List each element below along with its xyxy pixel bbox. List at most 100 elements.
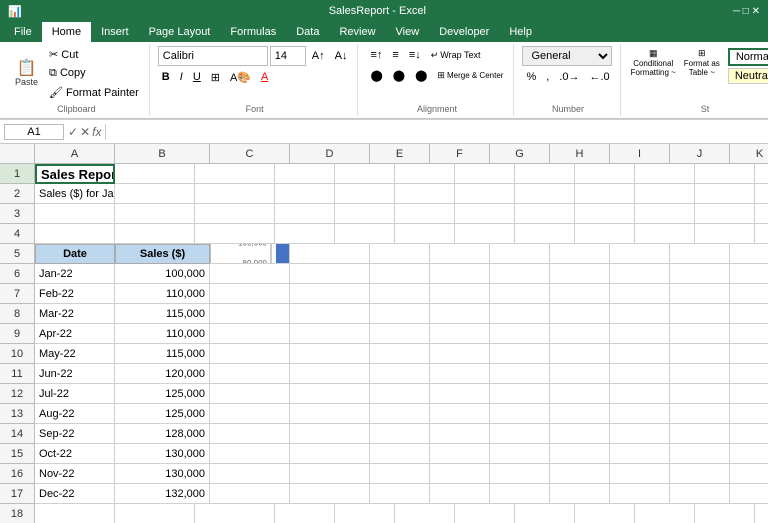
cell-B7[interactable]: 110,000 (115, 284, 210, 304)
cell-F14[interactable] (430, 424, 490, 444)
cell-D16[interactable] (290, 464, 370, 484)
cell-I6[interactable] (610, 264, 670, 284)
cell-J1[interactable] (575, 164, 635, 184)
cell-F2[interactable] (335, 184, 395, 204)
align-top-right[interactable]: ≡↓ (405, 46, 425, 64)
cell-G17[interactable] (490, 484, 550, 504)
wrap-text-button[interactable]: ↵ Wrap Text (427, 46, 485, 64)
cell-G14[interactable] (490, 424, 550, 444)
row-header-11[interactable]: 11 (0, 364, 35, 384)
cell-M18[interactable] (755, 504, 768, 523)
row-header-1[interactable]: 1 (0, 164, 35, 184)
align-left-button[interactable]: ⬤ (366, 66, 386, 84)
col-header-E[interactable]: E (370, 144, 430, 164)
cell-G11[interactable] (490, 364, 550, 384)
cell-B14[interactable]: 128,000 (115, 424, 210, 444)
col-header-B[interactable]: B (115, 144, 210, 164)
cell-H1[interactable] (455, 164, 515, 184)
cell-B5[interactable]: Sales ($) (115, 244, 210, 264)
cell-K18[interactable] (635, 504, 695, 523)
row-header-2[interactable]: 2 (0, 184, 35, 204)
cell-E18[interactable] (275, 504, 335, 523)
conditional-formatting-button[interactable]: ▦ ConditionalFormatting ~ (629, 46, 678, 79)
cell-J11[interactable] (670, 364, 730, 384)
font-size-decrease[interactable]: A↓ (331, 47, 352, 65)
number-format-select[interactable]: General Number Currency Percentage (522, 46, 612, 66)
cell-C15[interactable] (210, 444, 290, 464)
row-header-5[interactable]: 5 (0, 244, 35, 264)
cell-F13[interactable] (430, 404, 490, 424)
cell-G15[interactable] (490, 444, 550, 464)
cell-J12[interactable] (670, 384, 730, 404)
cell-L3[interactable] (695, 204, 755, 224)
cell-K15[interactable] (730, 444, 768, 464)
cell-I2[interactable] (515, 184, 575, 204)
cell-A7[interactable]: Feb-22 (35, 284, 115, 304)
cell-D6[interactable] (290, 264, 370, 284)
cell-E9[interactable] (370, 324, 430, 344)
cell-F10[interactable] (430, 344, 490, 364)
cell-C13[interactable] (210, 404, 290, 424)
cell-E3[interactable] (275, 204, 335, 224)
cell-I8[interactable] (610, 304, 670, 324)
row-header-8[interactable]: 8 (0, 304, 35, 324)
cell-F12[interactable] (430, 384, 490, 404)
cell-I5[interactable] (610, 244, 670, 264)
cell-H9[interactable] (550, 324, 610, 344)
cell-C14[interactable] (210, 424, 290, 444)
cell-D1[interactable] (195, 164, 275, 184)
cell-K9[interactable] (730, 324, 768, 344)
cell-J5[interactable] (670, 244, 730, 264)
cell-F4[interactable] (335, 224, 395, 244)
cell-M3[interactable] (755, 204, 768, 224)
cell-J2[interactable] (575, 184, 635, 204)
cell-L18[interactable] (695, 504, 755, 523)
cell-I1[interactable] (515, 164, 575, 184)
align-top-left[interactable]: ≡↑ (366, 46, 386, 64)
cell-A6[interactable]: Jan-22 (35, 264, 115, 284)
font-color-button[interactable]: A (257, 68, 272, 86)
border-button[interactable]: ⊞ (207, 68, 224, 86)
cell-E14[interactable] (370, 424, 430, 444)
row-header-12[interactable]: 12 (0, 384, 35, 404)
cell-K12[interactable] (730, 384, 768, 404)
cell-H8[interactable] (550, 304, 610, 324)
cell-A9[interactable]: Apr-22 (35, 324, 115, 344)
cell-H17[interactable] (550, 484, 610, 504)
percent-button[interactable]: % (522, 68, 540, 86)
cell-H18[interactable] (455, 504, 515, 523)
cell-D5[interactable] (290, 244, 370, 264)
cell-E10[interactable] (370, 344, 430, 364)
cell-A10[interactable]: May-22 (35, 344, 115, 364)
cell-C8[interactable] (210, 304, 290, 324)
cell-E1[interactable] (275, 164, 335, 184)
cell-H5[interactable] (550, 244, 610, 264)
cell-C7[interactable] (210, 284, 290, 304)
cell-C6[interactable] (210, 264, 290, 284)
align-right-button[interactable]: ⬤ (411, 66, 431, 84)
row-header-14[interactable]: 14 (0, 424, 35, 444)
cell-I14[interactable] (610, 424, 670, 444)
row-header-7[interactable]: 7 (0, 284, 35, 304)
cell-G4[interactable] (395, 224, 455, 244)
cell-D11[interactable] (290, 364, 370, 384)
cell-H10[interactable] (550, 344, 610, 364)
cell-reference-box[interactable] (4, 124, 64, 140)
cell-F6[interactable] (430, 264, 490, 284)
align-center-button[interactable]: ⬤ (389, 66, 409, 84)
cell-I13[interactable] (610, 404, 670, 424)
cell-A17[interactable]: Dec-22 (35, 484, 115, 504)
cell-B10[interactable]: 115,000 (115, 344, 210, 364)
cell-E11[interactable] (370, 364, 430, 384)
cell-F5[interactable] (430, 244, 490, 264)
cell-F3[interactable] (335, 204, 395, 224)
cell-G6[interactable] (490, 264, 550, 284)
cell-H11[interactable] (550, 364, 610, 384)
cell-C12[interactable] (210, 384, 290, 404)
row-header-15[interactable]: 15 (0, 444, 35, 464)
cell-K10[interactable] (730, 344, 768, 364)
cell-B12[interactable]: 125,000 (115, 384, 210, 404)
neutral-style[interactable]: Neutral (728, 68, 768, 84)
cell-M4[interactable] (755, 224, 768, 244)
cell-D12[interactable] (290, 384, 370, 404)
